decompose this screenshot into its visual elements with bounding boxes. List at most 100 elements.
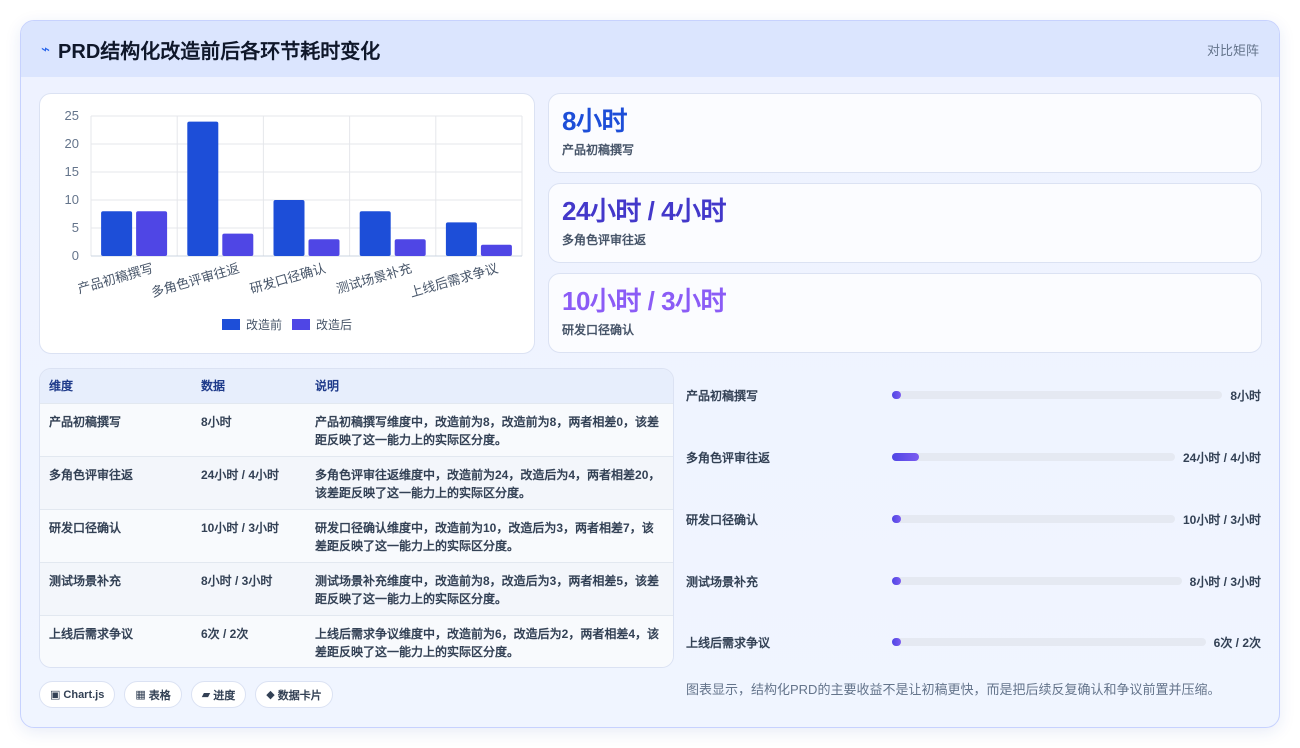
progress-track (892, 453, 1175, 461)
stat-value: 10小时 / 3小时 (562, 286, 727, 316)
progress-value: 24小时 / 4小时 (1182, 450, 1261, 465)
diamond-icon: ◆ (266, 689, 275, 701)
stat-card-1: 8小时 产品初稿撰写 (548, 93, 1262, 173)
y-tick-label: 25 (65, 108, 79, 123)
progress-label: 测试场景补充 (686, 574, 759, 589)
chip-table[interactable]: ▦ 表格 (124, 681, 182, 708)
progress-label: 上线后需求争议 (686, 635, 771, 650)
progress-label: 研发口径确认 (686, 512, 759, 527)
progress-row: 测试场景补充 8小时 / 3小时 (686, 571, 1261, 591)
y-tick-label: 5 (72, 220, 79, 235)
progress-track (892, 515, 1175, 523)
table-cell-description: 测试场景补充维度中，改造前为8，改造后为3，两者相差5，该差距反映了这一能力上的… (315, 573, 660, 606)
table-cell-data: 8小时 (201, 414, 232, 429)
data-table-panel: 维度 数据 说明 产品初稿撰写 8小时 产品初稿撰写维度中，改造前为8，改造前为… (39, 368, 674, 668)
progress-row: 多角色评审往返 24小时 / 4小时 (686, 447, 1261, 467)
bar-before (273, 200, 305, 256)
progress-fill (892, 515, 901, 523)
table-row: 多角色评审往返 24小时 / 4小时 多角色评审往返维度中，改造前为24，改造后… (40, 456, 673, 509)
progress-track (892, 638, 1206, 646)
chip-label: Chart.js (63, 688, 105, 701)
page-title: PRD结构化改造前后各环节耗时变化 (58, 40, 381, 63)
chip-label: 数据卡片 (277, 689, 322, 702)
x-tick-label: 多角色评审往返 (150, 260, 242, 300)
pulse-icon: ⌁ (41, 41, 51, 58)
legend-swatch (292, 319, 310, 330)
table-cell-dimension: 上线后需求争议 (49, 626, 134, 641)
progress-value: 10小时 / 3小时 (1182, 512, 1261, 527)
table-row: 研发口径确认 10小时 / 3小时 研发口径确认维度中，改造前为10，改造后为3… (40, 509, 673, 562)
chart-panel: 0 5 10 15 20 25 产品初稿撰写 多角色评审往返 研发口径确认 测试场景补充 上线后需求… (39, 93, 535, 354)
progress-row: 产品初稿撰写 8小时 (686, 385, 1261, 405)
table-cell-dimension: 测试场景补充 (49, 573, 122, 588)
table-cell-dimension: 产品初稿撰写 (49, 414, 122, 429)
progress-label: 多角色评审往返 (686, 450, 771, 465)
table-cell-dimension: 研发口径确认 (49, 520, 122, 535)
chip-data-card[interactable]: ◆ 数据卡片 (255, 681, 333, 708)
progress-value: 8小时 (1230, 388, 1261, 403)
progress-fill (892, 638, 901, 646)
chip-chartjs[interactable]: ▣ Chart.js (39, 681, 116, 708)
y-tick-label: 20 (65, 136, 79, 151)
table-cell-data: 8小时 / 3小时 (201, 573, 273, 588)
bar-before (187, 121, 219, 256)
table-cell-data: 6次 / 2次 (201, 626, 249, 641)
progress-track (892, 577, 1182, 585)
table-header-description: 说明 (315, 379, 340, 394)
x-tick-label: 研发口径确认 (248, 260, 327, 296)
progress-row: 研发口径确认 10小时 / 3小时 (686, 509, 1261, 529)
progress-track (892, 391, 1223, 399)
chart-icon: ▣ (50, 689, 61, 701)
chip-progress[interactable]: ▰ 进度 (190, 681, 247, 708)
bar-before (101, 211, 133, 256)
progress-icon: ▰ (201, 689, 211, 701)
progress-row: 上线后需求争议 6次 / 2次 (686, 632, 1261, 652)
stat-value: 8小时 (562, 106, 627, 136)
bar-chart: 0 5 10 15 20 25 产品初稿撰写多角色评审往返 研发口径确认 测试场景补充上线后需求… (65, 108, 523, 332)
header-tag: 对比矩阵 (1206, 42, 1259, 58)
stat-card-2: 24小时 / 4小时 多角色评审往返 (548, 183, 1262, 263)
table-row: 产品初稿撰写 8小时 产品初稿撰写维度中，改造前为8，改造前为8，两者相差0，该… (40, 403, 673, 456)
table-cell-description: 研发口径确认维度中，改造前为10，改造后为3，两者相差7，该差距反映了这一能力上… (315, 520, 654, 553)
bar-before (445, 222, 477, 256)
table-cell-description: 多角色评审往返维度中，改造前为24，改造后为4，两者相差20，该差距反映了这一能… (315, 467, 661, 500)
progress-fill (892, 391, 901, 399)
table-cell-description: 上线后需求争议维度中，改造前为6，改造后为2，两者相差4，该差距反映了这一能力上… (315, 626, 660, 659)
progress-fill (892, 453, 919, 461)
bar-before (359, 211, 391, 256)
y-tick-label: 0 (72, 248, 79, 263)
chip-label: 进度 (213, 689, 236, 702)
table-cell-data: 10小时 / 3小时 (201, 520, 280, 535)
table-header-data: 数据 (201, 379, 226, 394)
y-tick-label: 15 (65, 164, 79, 179)
table-header-row: 维度 数据 说明 (40, 369, 673, 403)
table-header-dimension: 维度 (49, 379, 74, 394)
summary-note: 图表显示，结构化PRD的主要收益不是让初稿更快，而是把后续反复确认和争议前置并压… (686, 682, 1221, 697)
header-bar: ⌁ PRD结构化改造前后各环节耗时变化 对比矩阵 (21, 21, 1279, 77)
table-cell-dimension: 多角色评审往返 (49, 467, 134, 482)
stat-value: 24小时 / 4小时 (562, 196, 727, 226)
x-tick-label: 产品初稿撰写 (76, 260, 155, 296)
x-tick-label: 测试场景补充 (334, 260, 413, 296)
main-card: ⌁ PRD结构化改造前后各环节耗时变化 对比矩阵 0 5 10 15 20 25 产品初稿撰… (20, 20, 1280, 728)
stat-card-3: 10小时 / 3小时 研发口径确认 (548, 273, 1262, 353)
progress-value: 6次 / 2次 (1213, 635, 1261, 650)
bar-after (136, 211, 168, 256)
legend-swatch (222, 319, 240, 330)
progress-label: 产品初稿撰写 (686, 388, 759, 403)
bar-after (222, 233, 254, 256)
chip-label: 表格 (148, 689, 171, 702)
legend-label: 改造前 (246, 317, 282, 332)
table-cell-description: 产品初稿撰写维度中，改造前为8，改造前为8，两者相差0，该差距反映了这一能力上的… (315, 414, 660, 447)
stat-label: 研发口径确认 (562, 323, 635, 338)
bar-after (308, 239, 340, 256)
progress-value: 8小时 / 3小时 (1189, 574, 1261, 589)
stat-label: 产品初稿撰写 (562, 143, 635, 158)
data-table: 维度 数据 说明 产品初稿撰写 8小时 产品初稿撰写维度中，改造前为8，改造前为… (40, 369, 673, 667)
y-tick-label: 10 (65, 192, 79, 207)
bar-after (394, 239, 426, 256)
bar-after (480, 244, 512, 256)
table-icon: ▦ (135, 689, 146, 701)
x-tick-label: 上线后需求争议 (408, 260, 500, 300)
table-row: 测试场景补充 8小时 / 3小时 测试场景补充维度中，改造前为8，改造后为3，两… (40, 562, 673, 615)
